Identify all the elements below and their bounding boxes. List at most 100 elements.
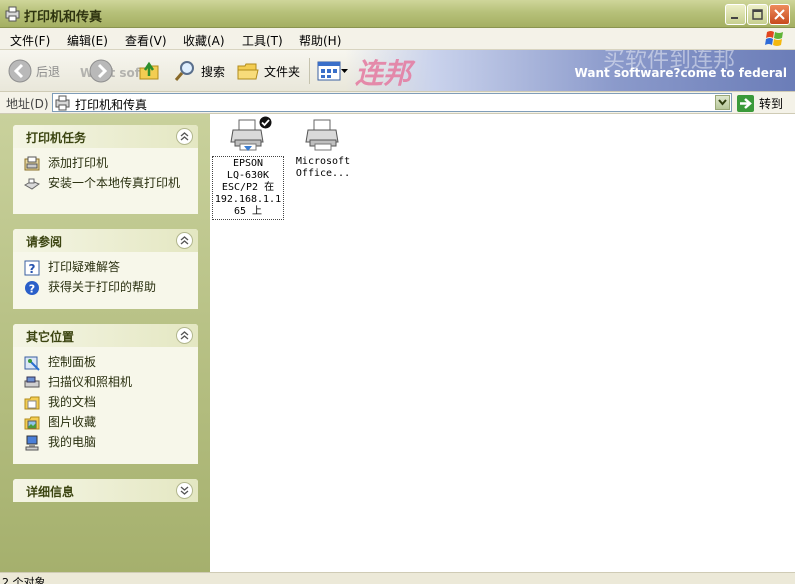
banner-slogan: Want software?come to federal [574,66,787,80]
task-install-fax[interactable]: 安装一个本地传真打印机 [13,174,198,194]
expand-button[interactable] [176,482,193,499]
task-label: 安装一个本地传真打印机 [48,176,181,190]
back-arrow-icon [8,59,32,83]
forward-button[interactable] [89,58,113,84]
scanner-camera-icon [24,376,40,388]
my-pictures-icon [24,416,40,430]
printer-item-epson[interactable]: EPSON LQ-630K ESC/P2 在 192.168.1.1 65 上 [212,116,284,220]
folder-up-icon [139,61,159,80]
minimize-icon [731,17,738,19]
svg-text:?: ? [29,262,36,276]
printer-item-microsoft-office[interactable]: Microsoft Office... [287,118,359,180]
place-my-computer[interactable]: 我的电脑 [13,433,198,453]
collapse-button[interactable] [176,128,193,145]
task-add-printer[interactable]: 添加打印机 [13,154,198,174]
panel-title: 其它位置 [26,330,75,344]
chevron-down-icon [341,69,348,73]
panel-header[interactable]: 详细信息 [13,479,198,502]
go-button[interactable]: 转到 [737,93,783,113]
task-label: 获得关于打印的帮助 [48,280,157,294]
panel-header[interactable]: 请参阅 [13,229,198,252]
go-arrow-icon [737,94,754,112]
address-label: 地址(D) [6,97,49,111]
task-label: 打印疑难解答 [48,260,121,274]
close-icon [774,9,785,20]
maximize-icon [752,9,763,20]
panel-details: 详细信息 [13,479,198,502]
panel-see-also: 请参阅 ? 打印疑难解答 ? 获得关于打印的帮助 [13,229,198,309]
title-bar[interactable]: 打印机和传真 [0,0,795,28]
forward-arrow-icon [89,59,113,83]
menu-view[interactable]: 查看(V) [125,32,167,49]
up-button[interactable] [138,58,160,84]
menu-edit[interactable]: 编辑(E) [67,32,108,49]
folders-button[interactable]: 文件夹 [236,58,300,84]
chevron-up-icon [180,331,189,340]
panel-title: 请参阅 [26,235,63,249]
minimize-button[interactable] [725,4,746,25]
control-panel-icon [24,356,40,371]
printer-icon [305,119,339,151]
label-line: 192.168.1.1 [214,194,282,205]
my-documents-icon [24,396,40,410]
window-title: 打印机和传真 [24,10,103,25]
label-line: Office... [295,168,351,179]
toolbar-separator [309,58,310,84]
close-button[interactable] [769,4,790,25]
task-label: 我的电脑 [48,435,97,449]
place-my-documents[interactable]: 我的文档 [13,393,198,413]
task-label: 添加打印机 [48,156,109,170]
go-label: 转到 [759,96,784,111]
back-label: 后退 [36,64,61,79]
status-bar: 2 个对象 [0,572,795,584]
chevron-down-icon [718,99,727,106]
task-label: 扫描仪和照相机 [48,375,133,389]
menu-bar: 文件(F) 编辑(E) 查看(V) 收藏(A) 工具(T) 帮助(H) [0,28,795,50]
task-pane: 打印机任务 添加打印机 安装一个本地传真打印机 请参阅 ? 打印疑难解答 ? 获… [0,114,210,572]
menu-help[interactable]: 帮助(H) [299,32,341,49]
content-pane[interactable]: EPSON LQ-630K ESC/P2 在 192.168.1.1 65 上 … [210,114,795,572]
menu-tools[interactable]: 工具(T) [242,32,283,49]
search-icon [174,61,194,81]
task-printing-help[interactable]: ? 获得关于打印的帮助 [13,278,198,298]
search-label: 搜索 [201,64,226,79]
chevron-up-icon [180,132,189,141]
label-line: 65 上 [233,206,263,217]
panel-header[interactable]: 其它位置 [13,324,198,347]
panel-header[interactable]: 打印机任务 [13,125,198,148]
place-my-pictures[interactable]: 图片收藏 [13,413,198,433]
printer-label: Microsoft Office... [287,156,359,180]
maximize-button[interactable] [747,4,768,25]
panel-printer-tasks: 打印机任务 添加打印机 安装一个本地传真打印机 [13,125,198,214]
task-label: 图片收藏 [48,415,97,429]
views-icon [317,61,341,81]
toolbar: 买软件到连邦 连邦 Want software?come to federal … [0,50,795,92]
help-circle-icon: ? [25,281,39,296]
place-scanners-cameras[interactable]: 扫描仪和照相机 [13,373,198,393]
address-input[interactable]: 打印机和传真 [52,93,732,112]
collapse-button[interactable] [176,232,193,249]
default-printer-check-icon [259,116,272,129]
place-control-panel[interactable]: 控制面板 [13,353,198,373]
menu-favorites[interactable]: 收藏(A) [183,32,225,49]
chevron-down-icon [180,486,189,495]
address-dropdown-button[interactable] [715,95,730,110]
folders-icon [237,63,259,80]
printer-folder-icon [55,95,70,111]
task-printing-troubleshooter[interactable]: ? 打印疑难解答 [13,258,198,278]
panel-title: 打印机任务 [26,131,87,145]
address-bar: 地址(D) 打印机和传真 转到 [0,92,795,114]
views-button[interactable] [317,58,348,84]
my-computer-icon [25,435,39,451]
task-label: 控制面板 [48,355,97,369]
svg-text:?: ? [29,283,35,296]
ad-banner: 买软件到连邦 连邦 Want software?come to federal [345,50,795,91]
chevron-up-icon [180,236,189,245]
banner-brand: 连邦 [355,57,412,90]
back-button[interactable]: 后退 [8,58,60,84]
panel-title: 详细信息 [26,485,75,499]
menu-file[interactable]: 文件(F) [10,32,50,49]
search-button[interactable]: 搜索 [173,58,225,84]
collapse-button[interactable] [176,327,193,344]
task-label: 我的文档 [48,395,97,409]
